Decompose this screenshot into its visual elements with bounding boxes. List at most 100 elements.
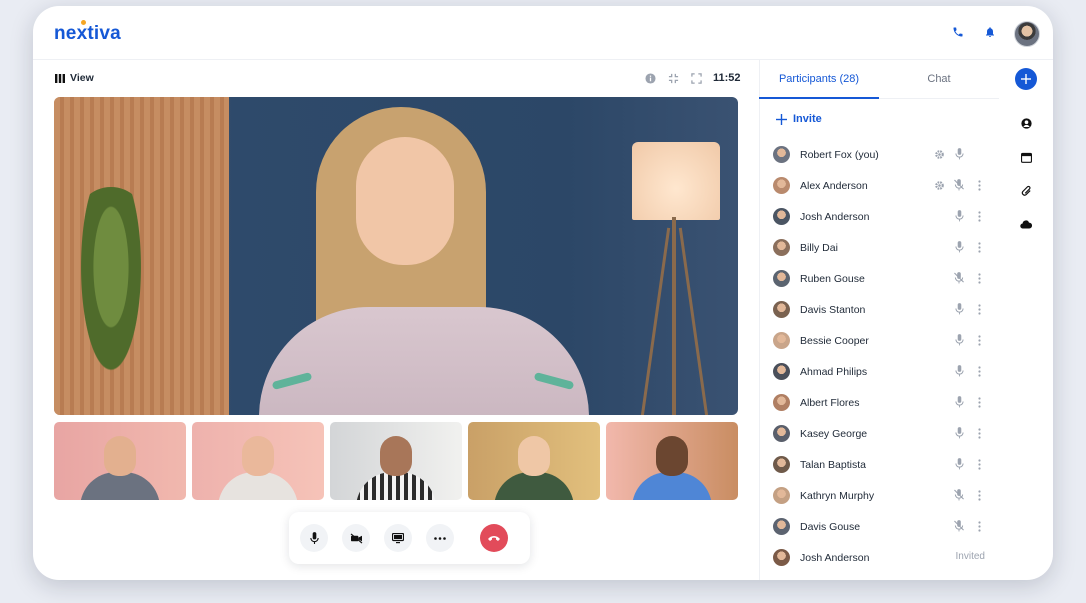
settings-icon[interactable]	[933, 178, 945, 192]
more-vertical-icon[interactable]	[973, 240, 985, 254]
participant-thumbnail[interactable]	[192, 422, 324, 500]
main-speaker-video[interactable]	[54, 97, 738, 415]
more-vertical-icon	[973, 147, 985, 161]
more-vertical-icon[interactable]	[973, 209, 985, 223]
microphone-icon[interactable]	[953, 457, 965, 471]
participant-row[interactable]: Talan Baptista	[773, 449, 993, 480]
microphone-icon[interactable]	[953, 333, 965, 347]
app-window: nextiva View 11:52 Participants (28) Cha…	[33, 6, 1053, 580]
thumb-body	[632, 472, 712, 500]
more-vertical-icon[interactable]	[973, 333, 985, 347]
invite-label: Invite	[793, 113, 822, 125]
participant-actions	[953, 271, 985, 285]
participant-avatar	[773, 301, 790, 318]
lamp-leg	[678, 227, 709, 415]
more-vertical-icon[interactable]	[973, 178, 985, 192]
microphone-icon[interactable]	[953, 240, 965, 254]
participant-avatar	[773, 177, 790, 194]
microphone-muted-icon[interactable]	[953, 488, 965, 502]
new-button[interactable]	[1015, 68, 1037, 90]
participant-actions	[953, 395, 985, 409]
participant-row[interactable]: Josh Anderson Invited	[773, 542, 993, 573]
participant-avatar	[773, 239, 790, 256]
nextiva-logo: nextiva	[54, 20, 121, 45]
participant-row[interactable]: Albert Flores	[773, 387, 993, 418]
more-vertical-icon[interactable]	[973, 488, 985, 502]
participant-row[interactable]: Alex Anderson	[773, 170, 993, 201]
participant-avatar	[773, 487, 790, 504]
more-vertical-icon[interactable]	[973, 302, 985, 316]
settings-icon[interactable]	[933, 147, 945, 161]
lamp-leg	[640, 227, 671, 415]
fullscreen-icon[interactable]	[689, 71, 703, 85]
microphone-button[interactable]	[300, 524, 328, 552]
microphone-muted-icon[interactable]	[953, 271, 965, 285]
right-rail	[1001, 60, 1053, 580]
more-vertical-icon[interactable]	[973, 457, 985, 471]
participant-row[interactable]: Davis Gouse	[773, 511, 993, 542]
participant-avatar	[773, 425, 790, 442]
video-toggle-button[interactable]	[342, 524, 370, 552]
participant-row[interactable]: Ahmad Philips	[773, 356, 993, 387]
more-icon	[434, 536, 446, 540]
grid-icon	[55, 73, 65, 83]
microphone-icon[interactable]	[953, 364, 965, 378]
side-panel-tabs: Participants (28) Chat	[759, 60, 999, 99]
tab-chat[interactable]: Chat	[879, 60, 999, 98]
end-call-button[interactable]	[480, 524, 508, 552]
participant-avatar	[773, 332, 790, 349]
participant-row[interactable]: Ruben Gouse	[773, 263, 993, 294]
more-vertical-icon[interactable]	[973, 364, 985, 378]
participant-actions	[953, 209, 985, 223]
more-options-button[interactable]	[426, 524, 454, 552]
participant-avatar	[773, 363, 790, 380]
microphone-muted-icon[interactable]	[953, 519, 965, 533]
participant-row[interactable]: Kasey George	[773, 418, 993, 449]
microphone-icon[interactable]	[953, 426, 965, 440]
brand-name: nextiva	[54, 23, 121, 44]
view-label: View	[70, 72, 94, 84]
participant-row[interactable]: Robert Fox (you)	[773, 139, 993, 170]
microphone-icon[interactable]	[953, 147, 965, 161]
participant-avatar	[773, 146, 790, 163]
microphone-muted-icon[interactable]	[953, 178, 965, 192]
user-avatar[interactable]	[1014, 21, 1040, 47]
cloud-icon[interactable]	[1019, 217, 1033, 231]
invite-button[interactable]: Invite	[776, 113, 822, 125]
participant-row[interactable]: Josh Anderson	[773, 201, 993, 232]
more-vertical-icon[interactable]	[973, 519, 985, 533]
participant-actions	[933, 178, 985, 192]
participant-thumbnail[interactable]	[330, 422, 462, 500]
calendar-icon[interactable]	[1019, 150, 1033, 164]
view-button[interactable]: View	[55, 72, 94, 84]
participant-actions	[953, 364, 985, 378]
participant-thumbnail[interactable]	[468, 422, 600, 500]
microphone-icon[interactable]	[953, 209, 965, 223]
more-vertical-icon[interactable]	[973, 426, 985, 440]
tab-participants[interactable]: Participants (28)	[759, 60, 879, 99]
phone-icon[interactable]	[950, 24, 966, 40]
microphone-icon[interactable]	[953, 302, 965, 316]
participant-thumbnail[interactable]	[54, 422, 186, 500]
microphone-icon	[309, 531, 319, 544]
microphone-icon[interactable]	[953, 395, 965, 409]
participant-row[interactable]: Kathryn Murphy	[773, 480, 993, 511]
more-vertical-icon[interactable]	[973, 271, 985, 285]
user-icon[interactable]	[1019, 116, 1033, 130]
bell-icon[interactable]	[982, 24, 998, 40]
participant-row[interactable]: Davis Stanton	[773, 294, 993, 325]
participant-row[interactable]: Billy Dai	[773, 232, 993, 263]
logo-dot	[81, 20, 86, 25]
participant-thumbnails	[54, 422, 738, 500]
minimize-icon[interactable]	[666, 71, 680, 85]
participant-avatar	[773, 208, 790, 225]
more-vertical-icon[interactable]	[973, 395, 985, 409]
participant-thumbnail[interactable]	[606, 422, 738, 500]
call-timer: 11:52	[713, 72, 741, 84]
call-controls	[289, 512, 530, 564]
thumb-face	[104, 436, 136, 476]
participant-row[interactable]: Bessie Cooper	[773, 325, 993, 356]
screen-share-button[interactable]	[384, 524, 412, 552]
info-icon[interactable]	[643, 71, 657, 85]
paperclip-icon[interactable]	[1019, 184, 1033, 198]
